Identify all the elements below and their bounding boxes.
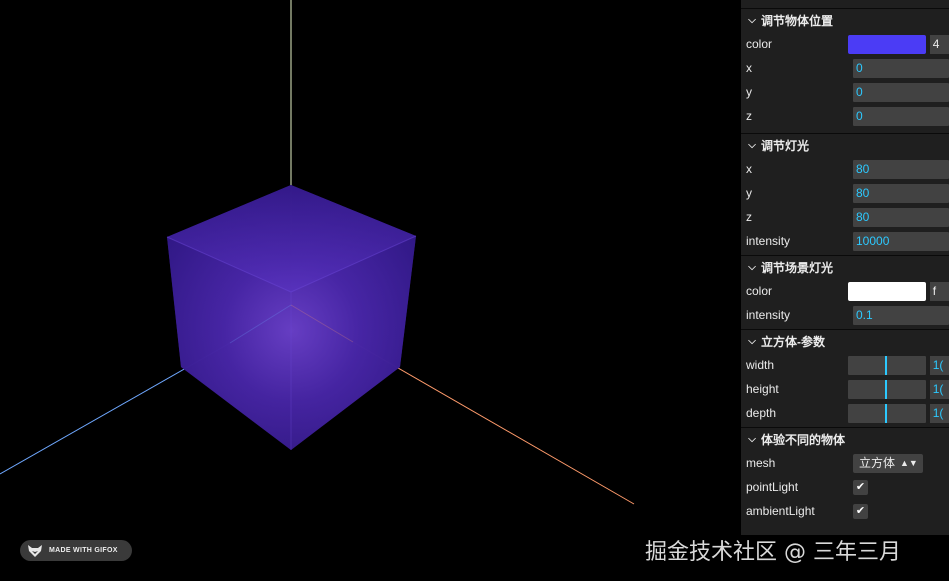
number-field-light-intensity[interactable]: 10000 (853, 231, 949, 251)
gifox-badge: MADE WITH GIFOX (20, 540, 132, 561)
mesh-select-value: 立方体 (859, 455, 896, 470)
control-row-light-z: z 80 (741, 205, 949, 229)
control-label: y (746, 186, 752, 200)
controls-panel: ⌵ 调节物体位置 color 4 x 0 y 0 z 0 ⌵ 调节灯光 x 80… (741, 0, 949, 535)
control-label: height (746, 382, 779, 396)
control-label: color (746, 284, 773, 298)
width-number-field[interactable]: 1( (929, 355, 949, 375)
width-slider[interactable] (848, 355, 926, 375)
number-field-light-x[interactable]: 80 (853, 159, 949, 179)
folder-mesh-type[interactable]: ⌵ 体验不同的物体 (741, 427, 949, 451)
folder-ambient-light[interactable]: ⌵ 调节场景灯光 (741, 255, 949, 279)
control-label: x (746, 162, 752, 176)
control-label: ambientLight (746, 504, 815, 518)
color-swatch[interactable] (848, 34, 926, 54)
control-row-x: x 0 (741, 56, 949, 80)
control-row-color: color 4 (741, 32, 949, 56)
control-row-ambient-color: color f (741, 279, 949, 303)
gifox-badge-text: MADE WITH GIFOX (49, 547, 118, 554)
updown-chevron-icon: ▲▼ (900, 457, 918, 468)
number-field-ambient-intensity[interactable]: 0.1 (853, 305, 949, 325)
folder-title: 调节灯光 (761, 138, 810, 153)
watermark-text: 掘金技术社区 @ 三年三月 (645, 540, 901, 565)
control-row-pointlight: pointLight ✔ (741, 475, 949, 499)
depth-slider[interactable] (848, 403, 926, 423)
height-slider[interactable] (848, 379, 926, 399)
control-row-y: y 0 (741, 80, 949, 104)
chevron-down-icon: ⌵ (748, 139, 756, 151)
control-label: intensity (746, 234, 791, 248)
control-row-z: z 0 (741, 104, 949, 128)
color-swatch[interactable] (848, 281, 926, 301)
chevron-down-icon: ⌵ (748, 335, 756, 347)
chevron-down-icon: ⌵ (748, 433, 756, 445)
control-label: mesh (746, 456, 776, 470)
control-row-ambient-intensity: intensity 0.1 (741, 303, 949, 327)
folder-cube-params[interactable]: ⌵ 立方体-参数 (741, 329, 949, 353)
control-row-mesh: mesh 立方体 ▲▼ (741, 451, 949, 475)
control-label: y (746, 85, 752, 99)
control-label: intensity (746, 308, 791, 322)
cube-mesh[interactable] (166, 185, 417, 450)
control-label: z (746, 109, 752, 123)
control-row-ambientlight: ambientLight ✔ (741, 499, 949, 523)
control-label: color (746, 37, 773, 51)
color-hex-field[interactable]: f (929, 281, 949, 301)
control-row-height: height 1( (741, 377, 949, 401)
folder-light[interactable]: ⌵ 调节灯光 (741, 133, 949, 157)
height-number-field[interactable]: 1( (929, 379, 949, 399)
number-field-y[interactable]: 0 (853, 82, 949, 102)
number-field-x[interactable]: 0 (853, 58, 949, 78)
control-row-width: width 1( (741, 353, 949, 377)
control-row-light-y: y 80 (741, 181, 949, 205)
chevron-down-icon: ⌵ (748, 261, 756, 273)
number-field-light-z[interactable]: 80 (853, 207, 949, 227)
control-row-depth: depth 1( (741, 401, 949, 425)
folder-title: 体验不同的物体 (761, 432, 846, 447)
control-label: pointLight (746, 480, 799, 494)
control-label: width (746, 358, 775, 372)
depth-number-field[interactable]: 1( (929, 403, 949, 423)
color-hex-field[interactable]: 4 (929, 34, 949, 54)
folder-title: 调节场景灯光 (761, 260, 834, 275)
fox-logo-icon (28, 544, 42, 557)
pointlight-checkbox[interactable]: ✔ (853, 479, 868, 495)
control-label: x (746, 61, 752, 75)
control-row-light-x: x 80 (741, 157, 949, 181)
control-label: z (746, 210, 752, 224)
mesh-select[interactable]: 立方体 ▲▼ (853, 453, 923, 473)
number-field-light-y[interactable]: 80 (853, 183, 949, 203)
control-label: depth (746, 406, 777, 420)
chevron-down-icon: ⌵ (748, 14, 756, 26)
ambientlight-checkbox[interactable]: ✔ (853, 503, 868, 519)
number-field-z[interactable]: 0 (853, 106, 949, 126)
control-row-light-intensity: intensity 10000 (741, 229, 949, 253)
folder-object-position[interactable]: ⌵ 调节物体位置 (741, 8, 949, 32)
folder-title: 立方体-参数 (761, 334, 825, 349)
folder-title: 调节物体位置 (761, 13, 834, 28)
